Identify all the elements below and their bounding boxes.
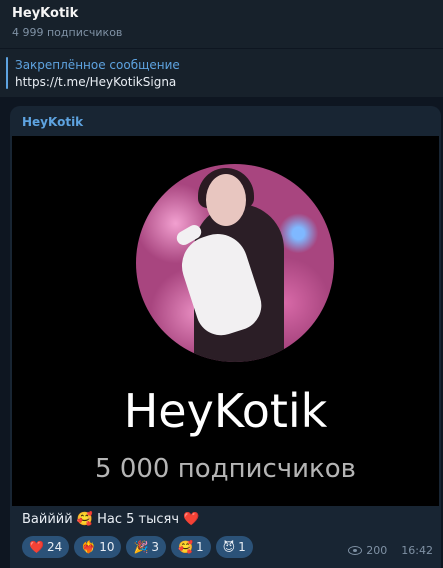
reaction-count: 3 bbox=[151, 540, 160, 554]
eye-icon bbox=[348, 546, 363, 555]
smiling-face-hearts-icon: 🥰 bbox=[178, 540, 194, 554]
reaction-smiling-hearts[interactable]: 🥰 1 bbox=[171, 536, 211, 558]
channel-title: HeyKotik bbox=[12, 6, 79, 21]
reaction-devil[interactable]: 😈 1 bbox=[215, 536, 253, 558]
image-channel-name: HeyKotik bbox=[123, 384, 328, 438]
pinned-title: Закреплённое сообщение bbox=[15, 58, 180, 72]
post-meta: 200 16:42 bbox=[348, 544, 433, 557]
photo-face bbox=[206, 174, 246, 226]
pinned-message-bar[interactable]: Закреплённое сообщение https://t.me/HeyK… bbox=[0, 49, 443, 97]
reaction-heart-on-fire[interactable]: ❤️‍🔥 10 bbox=[74, 536, 122, 558]
reaction-count: 1 bbox=[196, 540, 204, 554]
party-popper-icon: 🎉 bbox=[133, 540, 149, 554]
channel-avatar-photo bbox=[136, 164, 334, 362]
reaction-count: 1 bbox=[238, 540, 246, 554]
channel-post: HeyKotik HeyKotik 5 000 подписчиков Вайй… bbox=[10, 106, 441, 568]
post-sender[interactable]: HeyKotik bbox=[22, 115, 83, 129]
heart-icon: ❤️ bbox=[29, 540, 44, 554]
reactions-bar: ❤️ 24 ❤️‍🔥 10 🎉 3 🥰 1 😈 1 bbox=[22, 536, 253, 558]
post-caption: Вайййй 🥰 Нас 5 тысяч ❤️ bbox=[22, 512, 200, 527]
post-time: 16:42 bbox=[401, 544, 433, 557]
reaction-count: 24 bbox=[46, 540, 63, 554]
view-count: 200 bbox=[366, 544, 388, 557]
heart-on-fire-icon: ❤️‍🔥 bbox=[81, 540, 97, 554]
pinned-accent-bar bbox=[6, 57, 8, 89]
post-image[interactable]: HeyKotik 5 000 подписчиков bbox=[12, 136, 439, 506]
image-subscriber-count: 5 000 подписчиков bbox=[95, 454, 356, 484]
reaction-count: 10 bbox=[99, 540, 115, 554]
reaction-heart[interactable]: ❤️ 24 bbox=[22, 536, 70, 558]
devil-icon: 😈 bbox=[222, 540, 236, 554]
subscriber-count: 4 999 подписчиков bbox=[12, 26, 123, 39]
reaction-party[interactable]: 🎉 3 bbox=[126, 536, 167, 558]
chat-header[interactable]: HeyKotik 4 999 подписчиков bbox=[0, 0, 443, 48]
pinned-link: https://t.me/HeyKotikSigna bbox=[15, 75, 177, 89]
